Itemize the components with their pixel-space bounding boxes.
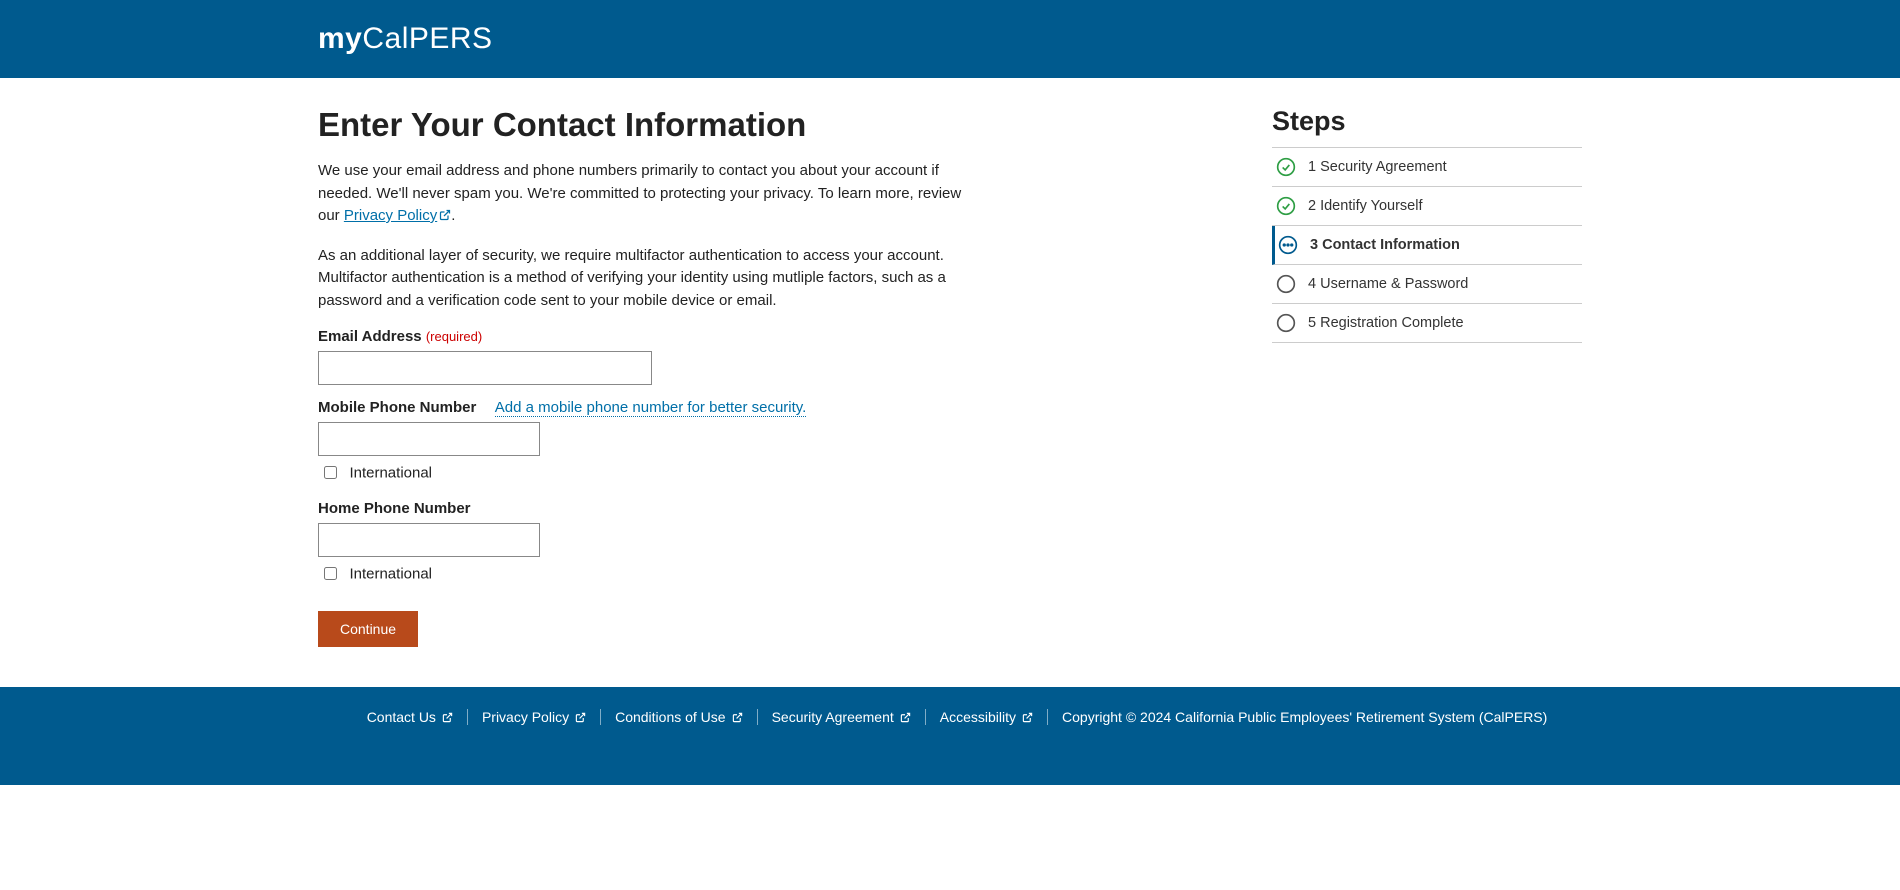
footer-link-security[interactable]: Security Agreement [758, 709, 926, 725]
footer-link-conditions[interactable]: Conditions of Use [601, 709, 758, 725]
home-input[interactable] [318, 523, 540, 557]
email-input[interactable] [318, 351, 652, 385]
home-international-checkbox[interactable] [324, 567, 337, 580]
external-link-icon [1022, 712, 1033, 723]
home-label: Home Phone Number [318, 500, 471, 517]
external-link-icon [900, 712, 911, 723]
intro-text-2: As an additional layer of security, we r… [318, 245, 978, 313]
mobile-hint-link[interactable]: Add a mobile phone number for better sec… [495, 399, 807, 417]
logo-suffix: CalPERS [362, 22, 492, 55]
step-label: 1 Security Agreement [1308, 159, 1447, 175]
site-footer: Contact Us Privacy Policy Conditions of … [0, 687, 1900, 785]
check-circle-icon [1276, 157, 1296, 177]
mobile-international-checkbox[interactable] [324, 466, 337, 479]
steps-heading: Steps [1272, 106, 1582, 137]
intro-text: We use your email address and phone numb… [318, 160, 978, 312]
steps-list: 1 Security Agreement 2 Identify Yourself… [1272, 147, 1582, 343]
step-3-current: 3 Contact Information [1272, 226, 1582, 265]
step-5: 5 Registration Complete [1272, 304, 1582, 343]
step-1: 1 Security Agreement [1272, 148, 1582, 187]
external-link-icon [732, 712, 743, 723]
step-4: 4 Username & Password [1272, 265, 1582, 304]
mobile-label: Mobile Phone Number [318, 399, 476, 416]
external-link-icon [442, 712, 453, 723]
external-link-icon [575, 712, 586, 723]
home-international-label: International [349, 565, 432, 582]
mobile-input[interactable] [318, 422, 540, 456]
step-label: 5 Registration Complete [1308, 315, 1464, 331]
continue-button[interactable]: Continue [318, 611, 418, 647]
mobile-group: Mobile Phone Number Add a mobile phone n… [318, 399, 978, 482]
home-group: Home Phone Number International [318, 500, 978, 583]
page-title: Enter Your Contact Information [318, 106, 978, 144]
mobile-international-label: International [349, 464, 432, 481]
in-progress-circle-icon [1278, 235, 1298, 255]
logo: myCalPERS [318, 22, 1582, 56]
footer-link-contact[interactable]: Contact Us [353, 709, 468, 725]
email-label: Email Address (required) [318, 328, 482, 345]
email-group: Email Address (required) [318, 328, 978, 385]
step-label: 3 Contact Information [1310, 237, 1460, 253]
main-content: Enter Your Contact Information We use yo… [318, 106, 978, 647]
empty-circle-icon [1276, 313, 1296, 333]
external-link-icon [439, 206, 451, 229]
check-circle-icon [1276, 196, 1296, 216]
privacy-policy-link[interactable]: Privacy Policy [344, 207, 451, 224]
steps-sidebar: Steps 1 Security Agreement 2 Identify Yo… [1272, 106, 1582, 647]
footer-link-accessibility[interactable]: Accessibility [926, 709, 1048, 725]
step-label: 2 Identify Yourself [1308, 198, 1422, 214]
site-header: myCalPERS [0, 0, 1900, 78]
step-label: 4 Username & Password [1308, 276, 1468, 292]
logo-prefix: my [318, 22, 362, 55]
empty-circle-icon [1276, 274, 1296, 294]
footer-link-privacy[interactable]: Privacy Policy [468, 709, 601, 725]
step-2: 2 Identify Yourself [1272, 187, 1582, 226]
copyright-text: Copyright © 2024 California Public Emplo… [1048, 709, 1547, 725]
required-marker: (required) [426, 329, 482, 344]
